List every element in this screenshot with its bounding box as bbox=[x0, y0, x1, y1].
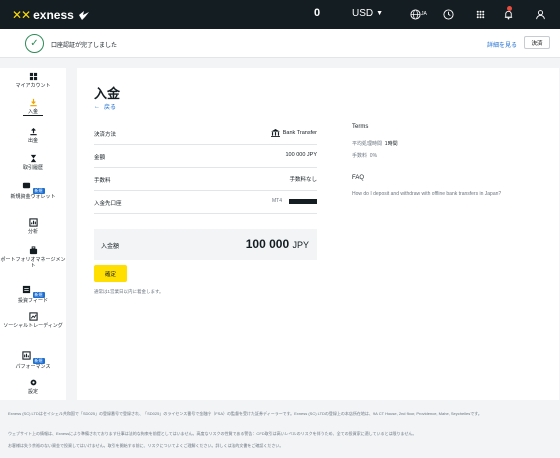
social-trading-icon bbox=[28, 312, 38, 321]
sidebar-item-label: マイアカウント bbox=[15, 83, 51, 89]
fee-value: 手数料なし bbox=[289, 177, 317, 183]
terms-title: Terms bbox=[352, 124, 369, 130]
footer-risk-text-2: お客様は失う余裕のない資金で投資してはいけません。取引を開始する前に、リスクにつ… bbox=[8, 443, 284, 448]
dashboard-icon bbox=[29, 72, 37, 81]
clock-icon[interactable] bbox=[441, 7, 455, 21]
row-label: 金額 bbox=[94, 155, 106, 161]
row-value: MT4 bbox=[272, 198, 317, 204]
processing-note: 通常は1営業日以内に着金します。 bbox=[94, 289, 164, 294]
exness-logo[interactable]: ✕✕ exness bbox=[12, 8, 90, 22]
total-amount: 100 000 bbox=[245, 237, 290, 251]
banner-action-button[interactable]: 決済 bbox=[524, 36, 550, 49]
performance-icon bbox=[21, 351, 31, 360]
processing-time-line: 平均処理時間 1時間 bbox=[352, 140, 398, 147]
total-label: 入金額 bbox=[101, 244, 120, 250]
sidebar-item-wallet[interactable]: 新規 新規資金ウォレット bbox=[0, 181, 66, 200]
row-label: 入金先口座 bbox=[94, 201, 122, 207]
top-bar: ✕✕ exness 0 USD ▼ JA bbox=[0, 0, 560, 29]
new-badge: 新規 bbox=[32, 291, 45, 298]
new-badge: 新規 bbox=[32, 187, 45, 194]
banner-details-link[interactable]: 詳細を見る bbox=[487, 40, 517, 49]
total-value: 100 000 JPY bbox=[246, 237, 309, 251]
wallet-icon bbox=[22, 182, 30, 189]
row-value: Bank Transfer bbox=[270, 129, 317, 137]
gear-icon bbox=[30, 379, 36, 386]
processing-time-label: 平均処理時間 bbox=[352, 141, 383, 147]
back-label: 戻る bbox=[104, 105, 117, 111]
sidebar-item-invest-feed[interactable]: 新規 投資フィード bbox=[0, 285, 66, 304]
payment-method-value: Bank Transfer bbox=[282, 130, 317, 136]
sidebar-item-label: 新規資金ウォレット bbox=[10, 194, 56, 200]
deposit-panel: 入金 ← 戻る 決済方法 Bank Transfer 金額 100 000 JP… bbox=[77, 68, 559, 400]
masked-account-number bbox=[289, 198, 317, 204]
amount-value: 100 000 JPY bbox=[285, 152, 318, 158]
sidebar-item-history[interactable]: 取引履歴 bbox=[0, 154, 66, 171]
analytics-icon bbox=[28, 218, 38, 227]
faq-link[interactable]: How do I deposit and withdraw with offli… bbox=[352, 191, 501, 197]
briefcase-icon bbox=[29, 246, 37, 255]
feed-icon bbox=[22, 285, 30, 294]
notification-dot bbox=[507, 6, 512, 11]
fee-label: 手数料 bbox=[352, 153, 368, 159]
sidebar-item-analytics[interactable]: 分析 bbox=[0, 218, 66, 235]
row-label: 決済方法 bbox=[94, 132, 117, 138]
currency-label: USD bbox=[352, 8, 374, 19]
user-icon[interactable] bbox=[533, 7, 547, 21]
globe-icon[interactable] bbox=[408, 7, 422, 21]
chevron-down-icon: ▼ bbox=[376, 10, 384, 17]
sidebar-item-label: ソーシャルトレーディング bbox=[3, 323, 63, 329]
back-link[interactable]: ← 戻る bbox=[94, 102, 117, 112]
check-circle-icon: ✓ bbox=[25, 34, 44, 53]
sidebar: マイアカウント 入金 出金 取引履歴 新規 新規資金ウォレット 分析 ポートフォ… bbox=[0, 68, 66, 400]
row-label: 手数料 bbox=[94, 178, 111, 184]
fee-row: 手数料 手数料なし bbox=[94, 168, 317, 191]
sidebar-item-deposit[interactable]: 入金 bbox=[0, 98, 66, 115]
sidebar-item-label: 取引履歴 bbox=[22, 165, 43, 171]
sidebar-item-label: ポートフォリオマネージメント bbox=[0, 257, 66, 269]
total-box: 入金額 100 000 JPY bbox=[94, 229, 317, 260]
currency-selector[interactable]: USD ▼ bbox=[352, 8, 383, 19]
destination-account-row: 入金先口座 MT4 bbox=[94, 191, 317, 214]
account-type-label: MT4 bbox=[272, 198, 282, 204]
apps-grid-icon[interactable] bbox=[473, 7, 487, 21]
footer-legal-text: Exness (SC) LTDはセイシェル共和国で「SD025」の登録番号で登録… bbox=[8, 411, 482, 416]
sidebar-item-my-account[interactable]: マイアカウント bbox=[0, 72, 66, 89]
upload-icon bbox=[29, 127, 37, 136]
sidebar-item-label: 設定 bbox=[27, 389, 38, 395]
language-label[interactable]: JA bbox=[421, 11, 427, 17]
amount-row: 金額 100 000 JPY bbox=[94, 145, 317, 168]
sidebar-item-portfolio[interactable]: ポートフォリオマネージメント bbox=[0, 246, 66, 269]
logo-mark-icon: ✕✕ bbox=[12, 7, 31, 22]
logo-text: exness bbox=[33, 7, 74, 22]
sidebar-item-label: 分析 bbox=[27, 229, 38, 235]
page-title: 入金 bbox=[94, 86, 121, 101]
fee-percent: 0% bbox=[369, 153, 378, 159]
hourglass-icon bbox=[30, 154, 36, 163]
new-badge: 新規 bbox=[32, 357, 45, 364]
banner-message: 口座認証が完了しました bbox=[51, 43, 118, 49]
faq-title: FAQ bbox=[352, 175, 365, 181]
download-icon bbox=[29, 98, 37, 107]
sidebar-item-withdraw[interactable]: 出金 bbox=[0, 127, 66, 144]
footer-risk-text: ウェブサイト上の情報は、Exnessにより準備されております仕事は法的な拘束を前… bbox=[8, 431, 417, 436]
confirm-button[interactable]: 確定 bbox=[94, 265, 127, 282]
bird-icon bbox=[78, 10, 89, 20]
arrow-left-icon: ← bbox=[94, 103, 100, 110]
sidebar-item-label: 出金 bbox=[27, 138, 38, 144]
fee-line: 手数料 0% bbox=[352, 152, 377, 159]
bank-icon bbox=[270, 129, 280, 137]
processing-time-value: 1時間 bbox=[384, 141, 398, 147]
balance-amount[interactable]: 0 bbox=[314, 7, 320, 19]
payment-method-row: 決済方法 Bank Transfer bbox=[94, 122, 317, 145]
sidebar-item-settings[interactable]: 設定 bbox=[0, 378, 66, 395]
verification-banner: ✓ 口座認証が完了しました 詳細を見る 決済 bbox=[0, 29, 560, 58]
active-indicator bbox=[23, 115, 43, 116]
sidebar-item-social-trading[interactable]: ソーシャルトレーディング bbox=[0, 312, 66, 329]
sidebar-item-label: パフォーマンス bbox=[15, 364, 51, 370]
sidebar-item-label: 投資フィード bbox=[18, 298, 48, 304]
sidebar-item-performance[interactable]: 新規 パフォーマンス bbox=[0, 351, 66, 370]
total-unit: JPY bbox=[292, 240, 309, 250]
